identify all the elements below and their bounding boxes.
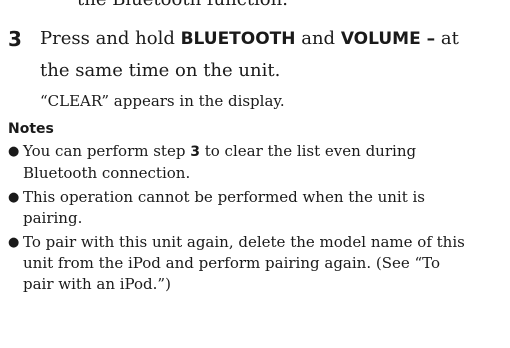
list-item: ● To pair with this unit again, delete t…: [8, 232, 510, 295]
step-instruction: Press and hold BLUETOOTH and VOLUME – at: [40, 23, 504, 55]
note-step-ref: 3: [190, 144, 200, 160]
bluetooth-key-label: BLUETOOTH: [180, 29, 296, 49]
volume-key-label: VOLUME –: [340, 29, 436, 49]
step-result: “CLEAR” appears in the display.: [40, 92, 285, 110]
note-text: To pair with this unit again, delete the…: [23, 233, 465, 293]
bullet-icon: ●: [8, 144, 20, 159]
step-number: 3: [8, 27, 22, 51]
notes-list: ● You can perform step 3 to clear the li…: [8, 141, 510, 298]
note-text: This operation cannot be performed when …: [23, 188, 425, 227]
step-text-and: and: [295, 28, 341, 49]
step-text-pre: Press and hold: [40, 28, 181, 49]
step-text-post: at: [435, 28, 459, 49]
bullet-icon: ●: [8, 190, 20, 205]
step-3: Press and hold BLUETOOTH and VOLUME – at…: [40, 23, 504, 111]
list-item: ● This operation cannot be performed whe…: [8, 187, 510, 229]
notes-heading: Notes: [8, 121, 54, 137]
note-text-pre: You can perform step: [23, 142, 191, 160]
step-instruction-line2: the same time on the unit.: [40, 60, 281, 81]
note-text: You can perform step 3 to clear the list…: [23, 141, 416, 184]
list-item: ● You can perform step 3 to clear the li…: [8, 141, 510, 184]
previous-step-fragment: the Bluetooth function.: [77, 0, 288, 11]
bullet-icon: ●: [8, 235, 20, 250]
